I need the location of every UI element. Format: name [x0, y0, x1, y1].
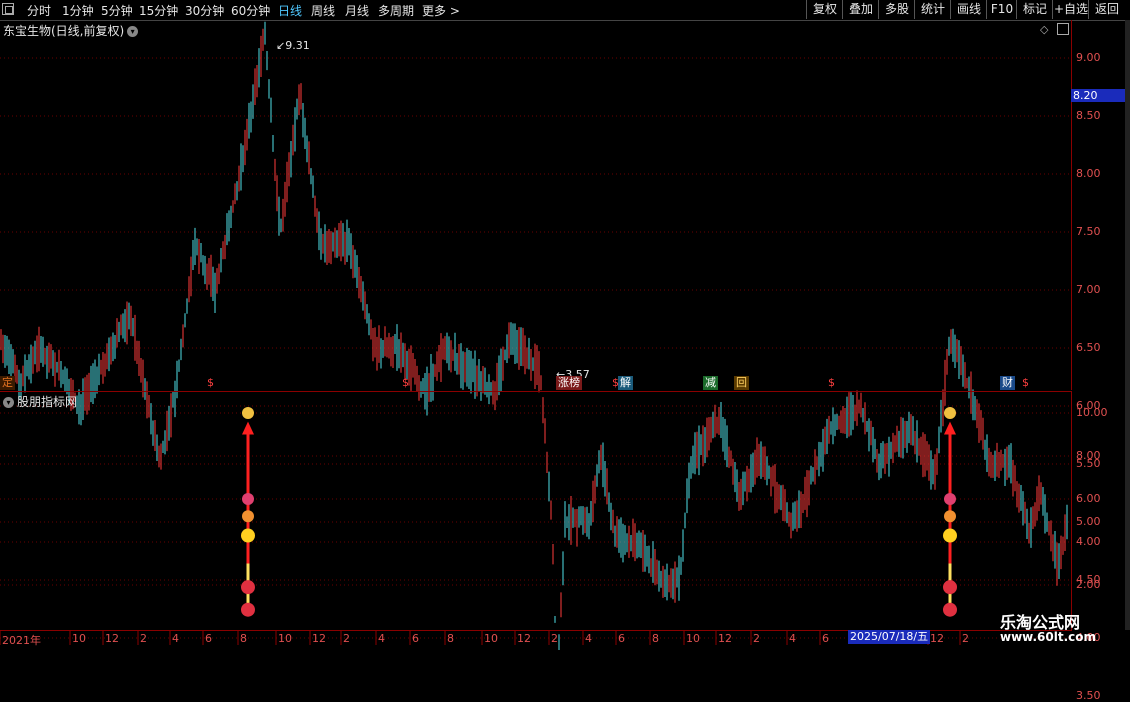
- ball-icon: [241, 580, 255, 595]
- date-tick-label: 12: [718, 632, 732, 645]
- date-tick-label: 10: [278, 632, 292, 645]
- event-marker[interactable]: 解: [618, 376, 633, 390]
- money-bag-icon: [242, 407, 254, 419]
- date-tick-label: 12: [105, 632, 119, 645]
- date-tick-label: 2021年: [2, 634, 41, 647]
- indicator-tick-label: 2.00: [1076, 578, 1101, 591]
- ball-icon: [241, 602, 255, 617]
- kline-chart[interactable]: ↙9.31←3.57: [0, 0, 1130, 650]
- price-tick-label: 8.50: [1076, 109, 1101, 122]
- high-price-label: ↙9.31: [276, 39, 310, 52]
- date-tick-label: 12: [930, 632, 944, 645]
- smiley-icon: [241, 528, 255, 543]
- date-tick-label: 2: [753, 632, 760, 645]
- indicator-tick-label: 10.00: [1076, 406, 1108, 419]
- smiley-icon: [943, 528, 957, 543]
- up-arrow-icon: [944, 421, 956, 435]
- right-side-panel-edge[interactable]: [1125, 20, 1130, 630]
- ball-icon: [242, 493, 254, 505]
- indicator-title-label: 股朋指标网: [17, 395, 78, 409]
- date-tick-label: 6: [618, 632, 625, 645]
- money-bag-icon: [944, 407, 956, 419]
- event-marker[interactable]: $: [1020, 376, 1031, 390]
- event-marker[interactable]: $: [826, 376, 837, 390]
- event-marker[interactable]: 财: [1000, 376, 1015, 390]
- date-tick-label: 4: [789, 632, 796, 645]
- event-marker[interactable]: $: [400, 376, 411, 390]
- date-tick-label: 6: [822, 632, 829, 645]
- date-tick-label: 6: [205, 632, 212, 645]
- indicator-dropdown-icon[interactable]: ▾: [3, 397, 14, 408]
- indicator-tick-label: 4.00: [1076, 535, 1101, 548]
- date-tick-label: 2: [551, 632, 558, 645]
- event-marker[interactable]: 减: [703, 376, 718, 390]
- price-tick-label: 6.50: [1076, 341, 1101, 354]
- watermark-url: www.60lt.com: [1000, 630, 1097, 644]
- date-tick-label: 2: [962, 632, 969, 645]
- price-axis-line: [1071, 20, 1072, 390]
- indicator-title: ▾ 股朋指标网: [3, 393, 77, 410]
- event-marker[interactable]: 定: [0, 376, 15, 390]
- date-tick-label: 2: [140, 632, 147, 645]
- current-price-tag: 8.20: [1071, 89, 1127, 102]
- price-tick-label: 3.50: [1076, 689, 1101, 702]
- event-marker[interactable]: 回: [734, 376, 749, 390]
- indicator-tick-label: 6.00: [1076, 492, 1101, 505]
- date-tick-label: 8: [447, 632, 454, 645]
- ball-icon: [944, 493, 956, 505]
- panel-separator: [0, 391, 1072, 392]
- date-tick-label: 2: [343, 632, 350, 645]
- date-tick-label: 12: [517, 632, 531, 645]
- date-tick-label: 8: [240, 632, 247, 645]
- price-tick-label: 7.50: [1076, 225, 1101, 238]
- selected-date: 2025/07/18/五: [848, 630, 931, 644]
- date-tick-label: 4: [172, 632, 179, 645]
- price-tick-label: 5.00: [1076, 515, 1101, 528]
- event-marker[interactable]: 涨榜: [556, 376, 582, 390]
- ball-icon: [943, 580, 957, 595]
- date-tick-label: 12: [312, 632, 326, 645]
- date-tick-label: 8: [652, 632, 659, 645]
- price-tick-label: 8.00: [1076, 167, 1101, 180]
- indicator-axis-line: [1071, 392, 1072, 630]
- date-tick-label: 10: [484, 632, 498, 645]
- price-tick-label: 9.00: [1076, 51, 1101, 64]
- price-tick-label: 7.00: [1076, 283, 1101, 296]
- date-tick-label: 10: [72, 632, 86, 645]
- face-icon: [944, 510, 956, 523]
- date-tick-label: 10: [686, 632, 700, 645]
- indicator-tick-label: 8.00: [1076, 449, 1101, 462]
- ball-icon: [943, 602, 957, 617]
- date-tick-label: 4: [585, 632, 592, 645]
- up-arrow-icon: [242, 421, 254, 435]
- date-tick-label: 6: [412, 632, 419, 645]
- face-icon: [242, 510, 254, 523]
- date-tick-label: 4: [378, 632, 385, 645]
- event-marker[interactable]: $: [205, 376, 216, 390]
